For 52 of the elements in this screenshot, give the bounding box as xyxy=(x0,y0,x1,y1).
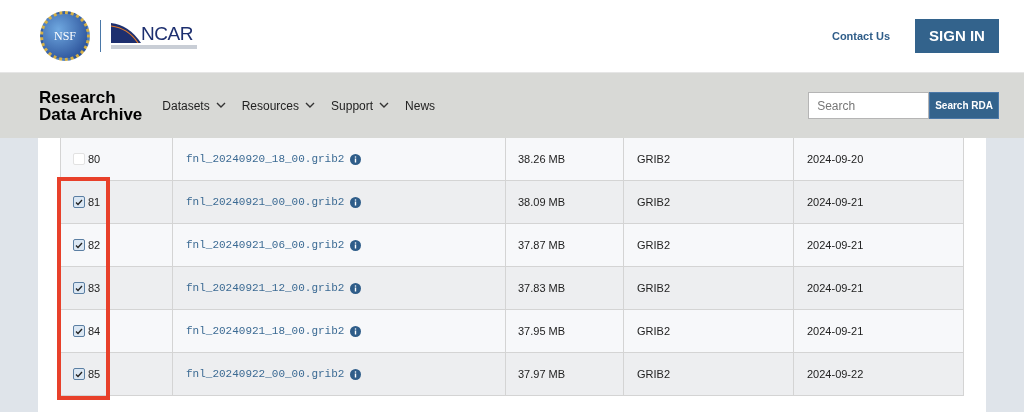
file-size: 38.09 MB xyxy=(518,194,566,210)
file-date: 2024-09-21 xyxy=(807,237,864,253)
row-number: 81 xyxy=(88,194,101,210)
checkbox[interactable] xyxy=(73,325,85,337)
file-format: GRIB2 xyxy=(637,323,670,339)
nav-menu-item[interactable]: News xyxy=(405,96,436,115)
checkbox[interactable] xyxy=(73,196,85,208)
checkbox[interactable] xyxy=(73,282,85,294)
sign-in-button[interactable]: SIGN IN xyxy=(915,19,999,53)
contact-link[interactable]: Contact Us xyxy=(831,27,890,45)
file-size: 37.87 MB xyxy=(518,237,566,253)
file-format: GRIB2 xyxy=(637,151,670,167)
row-number: 85 xyxy=(88,366,101,382)
file-date: 2024-09-22 xyxy=(807,366,864,382)
ncar-logo[interactable]: NCAR xyxy=(111,23,197,49)
file-link[interactable]: fnl_20240920_18_00.grib2 xyxy=(186,150,345,168)
file-format: GRIB2 xyxy=(637,366,670,382)
nsf-logo[interactable]: NSF xyxy=(40,11,90,61)
nav-menu-item[interactable]: Resources xyxy=(241,96,316,115)
file-link[interactable]: fnl_20240921_18_00.grib2 xyxy=(186,322,345,340)
file-date: 2024-09-21 xyxy=(807,194,864,210)
file-link[interactable]: fnl_20240922_00_00.grib2 xyxy=(186,365,345,383)
info-icon[interactable] xyxy=(350,239,362,251)
file-link[interactable]: fnl_20240921_00_00.grib2 xyxy=(186,193,345,211)
checkbox[interactable] xyxy=(73,368,85,380)
file-size: 37.97 MB xyxy=(518,366,566,382)
search-field[interactable]: Search xyxy=(808,92,930,119)
file-link[interactable]: fnl_20240921_12_00.grib2 xyxy=(186,279,345,297)
file-date: 2024-09-21 xyxy=(807,323,864,339)
search-rda-button[interactable]: Search RDA xyxy=(929,92,999,119)
file-size: 38.26 MB xyxy=(518,151,566,167)
info-icon[interactable] xyxy=(350,153,362,165)
info-icon[interactable] xyxy=(350,368,362,380)
file-format: GRIB2 xyxy=(637,280,670,296)
file-date: 2024-09-21 xyxy=(807,280,864,296)
info-icon[interactable] xyxy=(350,196,362,208)
checkbox[interactable] xyxy=(73,239,85,251)
nav-menu-item[interactable]: Datasets xyxy=(162,96,226,115)
row-number: 83 xyxy=(88,280,101,296)
row-number: 80 xyxy=(88,151,101,167)
file-size: 37.83 MB xyxy=(518,280,566,296)
nav-menu-item[interactable]: Support xyxy=(331,96,390,115)
site-title[interactable]: Research Data Archive xyxy=(39,88,143,123)
file-date: 2024-09-20 xyxy=(807,151,864,167)
row-number: 82 xyxy=(88,237,101,253)
file-link[interactable]: fnl_20240921_06_00.grib2 xyxy=(186,236,345,254)
info-icon[interactable] xyxy=(350,282,362,294)
row-number: 84 xyxy=(88,323,101,339)
file-format: GRIB2 xyxy=(637,194,670,210)
file-size: 37.95 MB xyxy=(518,323,566,339)
info-icon[interactable] xyxy=(350,325,362,337)
file-format: GRIB2 xyxy=(637,237,670,253)
